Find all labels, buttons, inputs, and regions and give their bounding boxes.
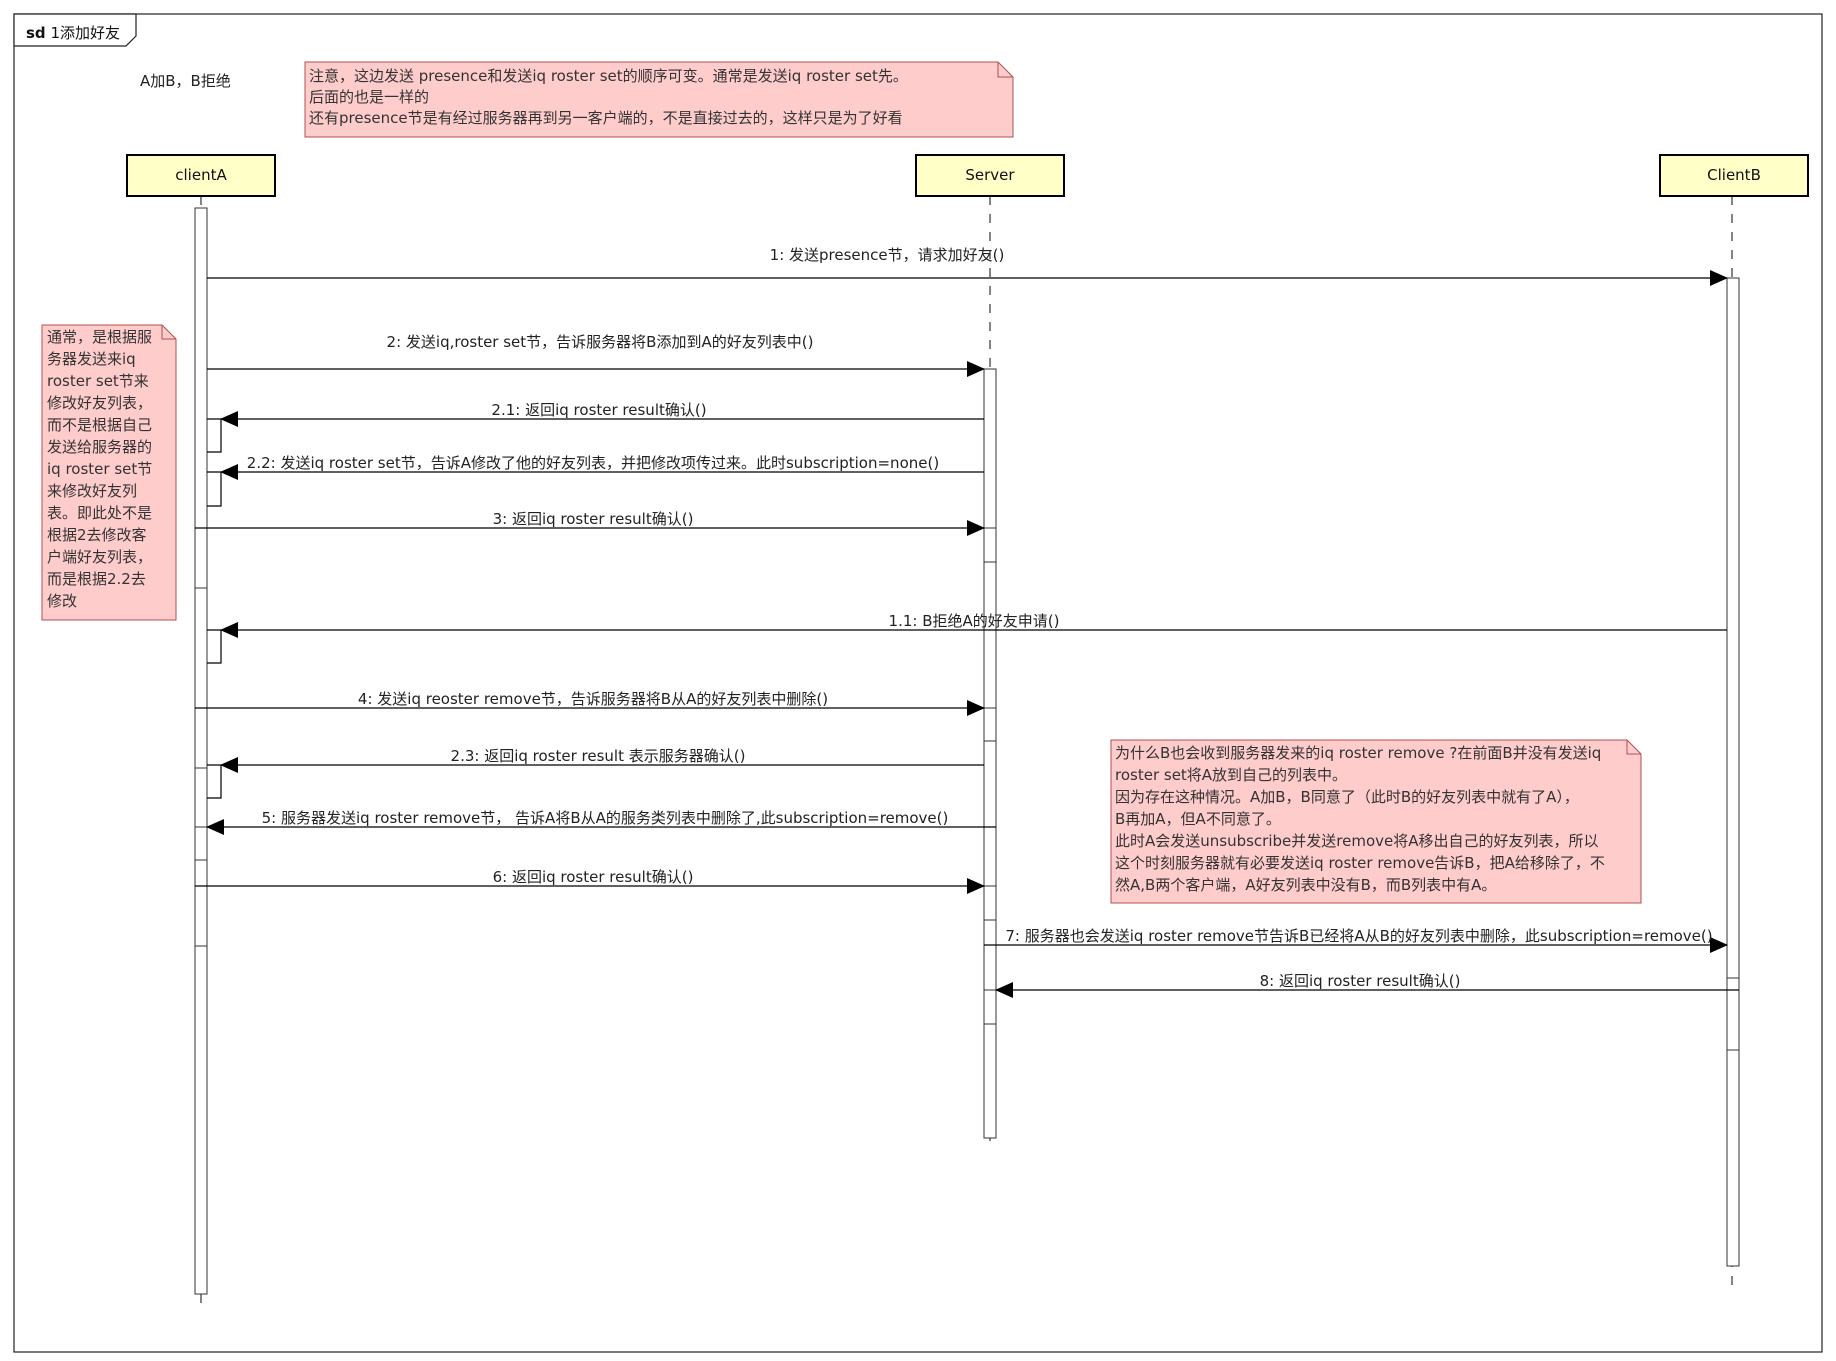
message-4-label: 4: 发送iq reoster remove节，告诉服务器将B从A的好友列表中删… — [358, 690, 828, 708]
top-note: 注意，这边发送 presence和发送iq roster set的顺序可变。通常… — [304, 61, 1014, 138]
message-2-3-activation — [207, 764, 222, 799]
participant-server-label: Server — [965, 166, 1015, 184]
message-1-1-activation — [207, 629, 222, 664]
participant-clientB: ClientB — [1659, 154, 1809, 197]
participant-clientA-label: clientA — [175, 166, 227, 184]
message-1-1-label: 1.1: B拒绝A的好友申请() — [889, 612, 1060, 630]
message-1-label: 1: 发送presence节，请求加好友() — [770, 246, 1005, 264]
message-2-3-label: 2.3: 返回iq roster result 表示服务器确认() — [451, 747, 746, 765]
diagram-frame — [13, 13, 1823, 1353]
message-8-label: 8: 返回iq roster result确认() — [1260, 972, 1461, 990]
message-2-label: 2: 发送iq,roster set节，告诉服务器将B添加到A的好友列表中() — [387, 333, 814, 351]
activation-clientB — [1726, 277, 1740, 1267]
message-2-1-activation — [207, 418, 222, 453]
left-note: 通常，是根据服 务器发送来iq roster set节来 修改好友列表， 而不是… — [41, 324, 177, 621]
participant-server: Server — [915, 154, 1065, 197]
sequence-diagram: sd 1添加好友 A加B，B拒绝 注意，这边发送 presence和发送iq r… — [13, 13, 1823, 1353]
message-6-label: 6: 返回iq roster result确认() — [493, 868, 694, 886]
message-2-2-label: 2.2: 发送iq roster set节，告诉A修改了他的好友列表，并把修改项… — [247, 454, 939, 472]
message-7-label: 7: 服务器也会发送iq roster remove节告诉B已经将A从B的好友列… — [1005, 927, 1712, 945]
scenario-label: A加B，B拒绝 — [140, 72, 231, 90]
activation-server — [983, 368, 997, 1139]
message-2-1-label: 2.1: 返回iq roster result确认() — [491, 401, 706, 419]
frame-title: sd 1添加好友 — [26, 24, 120, 42]
participant-clientB-label: ClientB — [1707, 166, 1761, 184]
message-3-label: 3: 返回iq roster result确认() — [493, 510, 694, 528]
participant-clientA: clientA — [126, 154, 276, 197]
right-note: 为什么B也会收到服务器发来的iq roster remove ?在前面B并没有发… — [1110, 739, 1642, 904]
activation-clientA — [194, 207, 208, 1295]
message-5-label: 5: 服务器发送iq roster remove节， 告诉A将B从A的服务类列表… — [262, 809, 949, 827]
message-2-2-activation — [207, 471, 222, 507]
